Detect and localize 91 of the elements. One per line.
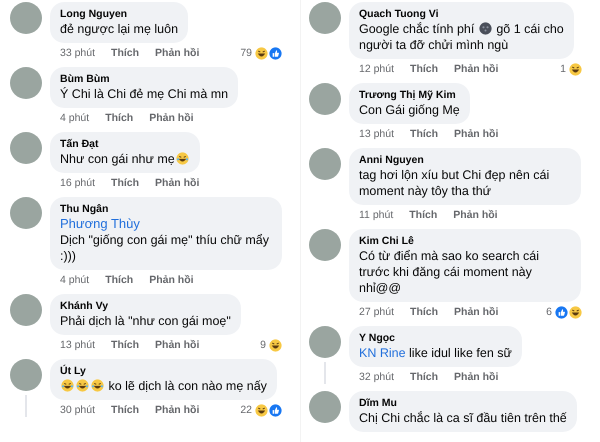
like-link[interactable]: Thích xyxy=(105,274,134,286)
avatar-placeholder[interactable] xyxy=(10,197,42,229)
avatar-placeholder[interactable] xyxy=(309,2,341,34)
laughing-emoji-icon xyxy=(91,379,104,392)
avatar-placeholder[interactable] xyxy=(309,326,341,358)
avatar-placeholder[interactable] xyxy=(10,67,42,99)
commenter-name[interactable]: Thu Ngân xyxy=(60,202,272,216)
comment-time: 13 phút xyxy=(60,339,96,351)
commenter-name[interactable]: Long Nguyen xyxy=(60,7,178,21)
like-link[interactable]: Thích xyxy=(111,404,140,416)
commenter-name[interactable]: Bùm Bùm xyxy=(60,72,228,86)
reaction-count: 79 xyxy=(240,47,252,59)
comment-time: 32 phút xyxy=(359,371,394,383)
reply-link[interactable]: Phản hồi xyxy=(454,306,498,318)
thumbs-up-reaction-icon[interactable] xyxy=(555,306,568,318)
reaction-count: 6 xyxy=(546,306,552,318)
reply-link[interactable]: Phản hồi xyxy=(454,128,498,140)
commenter-name[interactable]: Anni Nguyen xyxy=(359,153,571,167)
comment-text: đẻ ngược lại mẹ luôn xyxy=(60,22,178,36)
like-link[interactable]: Thích xyxy=(410,371,438,383)
commenter-name[interactable]: Y Ngọc xyxy=(359,331,512,345)
avatar-placeholder[interactable] xyxy=(309,229,341,261)
commenter-name[interactable]: Tấn Đạt xyxy=(60,137,190,151)
commenter-name[interactable]: Út Ly xyxy=(60,364,267,378)
reply-link[interactable]: Phản hồi xyxy=(149,112,194,124)
comment-text: ko lẽ dịch là con nào mẹ nấy xyxy=(107,379,267,393)
thumbs-up-reaction-icon[interactable] xyxy=(269,404,282,416)
comment-text: Con Gái giống Mẹ xyxy=(359,103,460,117)
comment-time: 16 phút xyxy=(60,177,96,189)
avatar-placeholder[interactable] xyxy=(309,391,341,423)
reply-link[interactable]: Phản hồi xyxy=(453,209,498,221)
comment-time: 27 phút xyxy=(359,306,394,318)
reply-link[interactable]: Phản hồi xyxy=(155,404,200,416)
reaction-count: 22 xyxy=(240,404,252,416)
reply-link[interactable]: Phản hồi xyxy=(149,274,194,286)
commenter-name[interactable]: Dĩm Mu xyxy=(359,396,567,410)
laughing-emoji-icon xyxy=(61,379,74,392)
laughing-reaction-icon[interactable] xyxy=(255,404,268,416)
reaction-count: 9 xyxy=(260,339,266,351)
commenter-name[interactable]: Trương Thị Mỹ Kim xyxy=(359,88,460,102)
comment-text: Như con gái như mẹ xyxy=(60,152,175,166)
dark-face-emoji-icon xyxy=(478,22,492,35)
like-link[interactable]: Thích xyxy=(410,306,438,318)
avatar-placeholder[interactable] xyxy=(10,132,42,164)
reaction-count: 1 xyxy=(560,63,566,75)
comment-text: Phải dịch là "như con gái moẹ" xyxy=(60,314,231,328)
comment-time: 4 phút xyxy=(60,274,90,286)
reply-link[interactable]: Phản hồi xyxy=(454,63,498,75)
avatar-placeholder[interactable] xyxy=(10,359,42,391)
avatar-placeholder[interactable] xyxy=(10,2,42,34)
like-link[interactable]: Thích xyxy=(410,63,438,75)
commenter-name[interactable]: Quach Tuong Vi xyxy=(359,7,564,21)
comment-time: 13 phút xyxy=(359,128,394,140)
comment-time: 33 phút xyxy=(60,47,96,59)
like-link[interactable]: Thích xyxy=(111,177,140,189)
comment-time: 12 phút xyxy=(359,63,394,75)
thumbs-up-reaction-icon[interactable] xyxy=(269,46,282,60)
comment-text: Có từ điển mà sao ko search cái trước khi đăng cái moment này nhỉ@@ xyxy=(359,249,539,295)
reply-link[interactable]: Phản hồi xyxy=(454,371,498,383)
comment-text: Dịch "giống con gái mẹ" thíu chữ mẩy :))) xyxy=(60,233,270,263)
laughing-reaction-icon[interactable] xyxy=(569,62,582,76)
like-link[interactable]: Thích xyxy=(409,209,438,221)
avatar-placeholder[interactable] xyxy=(10,294,42,326)
laughing-reaction-icon[interactable] xyxy=(269,338,282,352)
avatar-placeholder[interactable] xyxy=(309,148,341,180)
laughing-reaction-icon[interactable] xyxy=(255,46,268,60)
comment-text: like idul like fen sữ xyxy=(408,346,512,360)
laughing-emoji-icon xyxy=(176,152,189,165)
laughing-emoji-icon xyxy=(76,379,89,392)
reply-link[interactable]: Phản hồi xyxy=(155,47,200,59)
laughing-reaction-icon[interactable] xyxy=(569,306,582,318)
comment-text: Google chắc tính phí xyxy=(359,22,476,36)
comment-time: 30 phút xyxy=(60,404,96,416)
comment-text: gõ 1 cái cho xyxy=(495,22,564,36)
comment-text: người ta đỡ chửi mình ngù xyxy=(359,37,510,53)
reply-link[interactable]: Phản hồi xyxy=(155,339,200,351)
mention-link[interactable]: KN Rine xyxy=(359,346,406,360)
like-link[interactable]: Thích xyxy=(410,128,438,140)
mention-link[interactable]: Phương Thùy xyxy=(60,216,272,232)
commenter-name[interactable]: Kim Chi Lê xyxy=(359,234,571,248)
comment-text: Chị Chi chắc là ca sĩ đầu tiên trên thế xyxy=(359,411,567,425)
like-link[interactable]: Thích xyxy=(105,112,134,124)
like-link[interactable]: Thích xyxy=(111,339,140,351)
avatar-placeholder[interactable] xyxy=(309,83,341,115)
commenter-name[interactable]: Khánh Vy xyxy=(60,299,231,313)
comment-time: 4 phút xyxy=(60,112,90,124)
comment-text: tag hơi lộn xíu but Chi đẹp nên cái moment này tôy tha thứ xyxy=(359,168,550,198)
like-link[interactable]: Thích xyxy=(111,47,140,59)
reply-link[interactable]: Phản hồi xyxy=(155,177,200,189)
comment-time: 11 phút xyxy=(359,209,394,221)
comment-text: Ý Chi là Chi đẻ mẹ Chi mà mn xyxy=(60,87,228,101)
